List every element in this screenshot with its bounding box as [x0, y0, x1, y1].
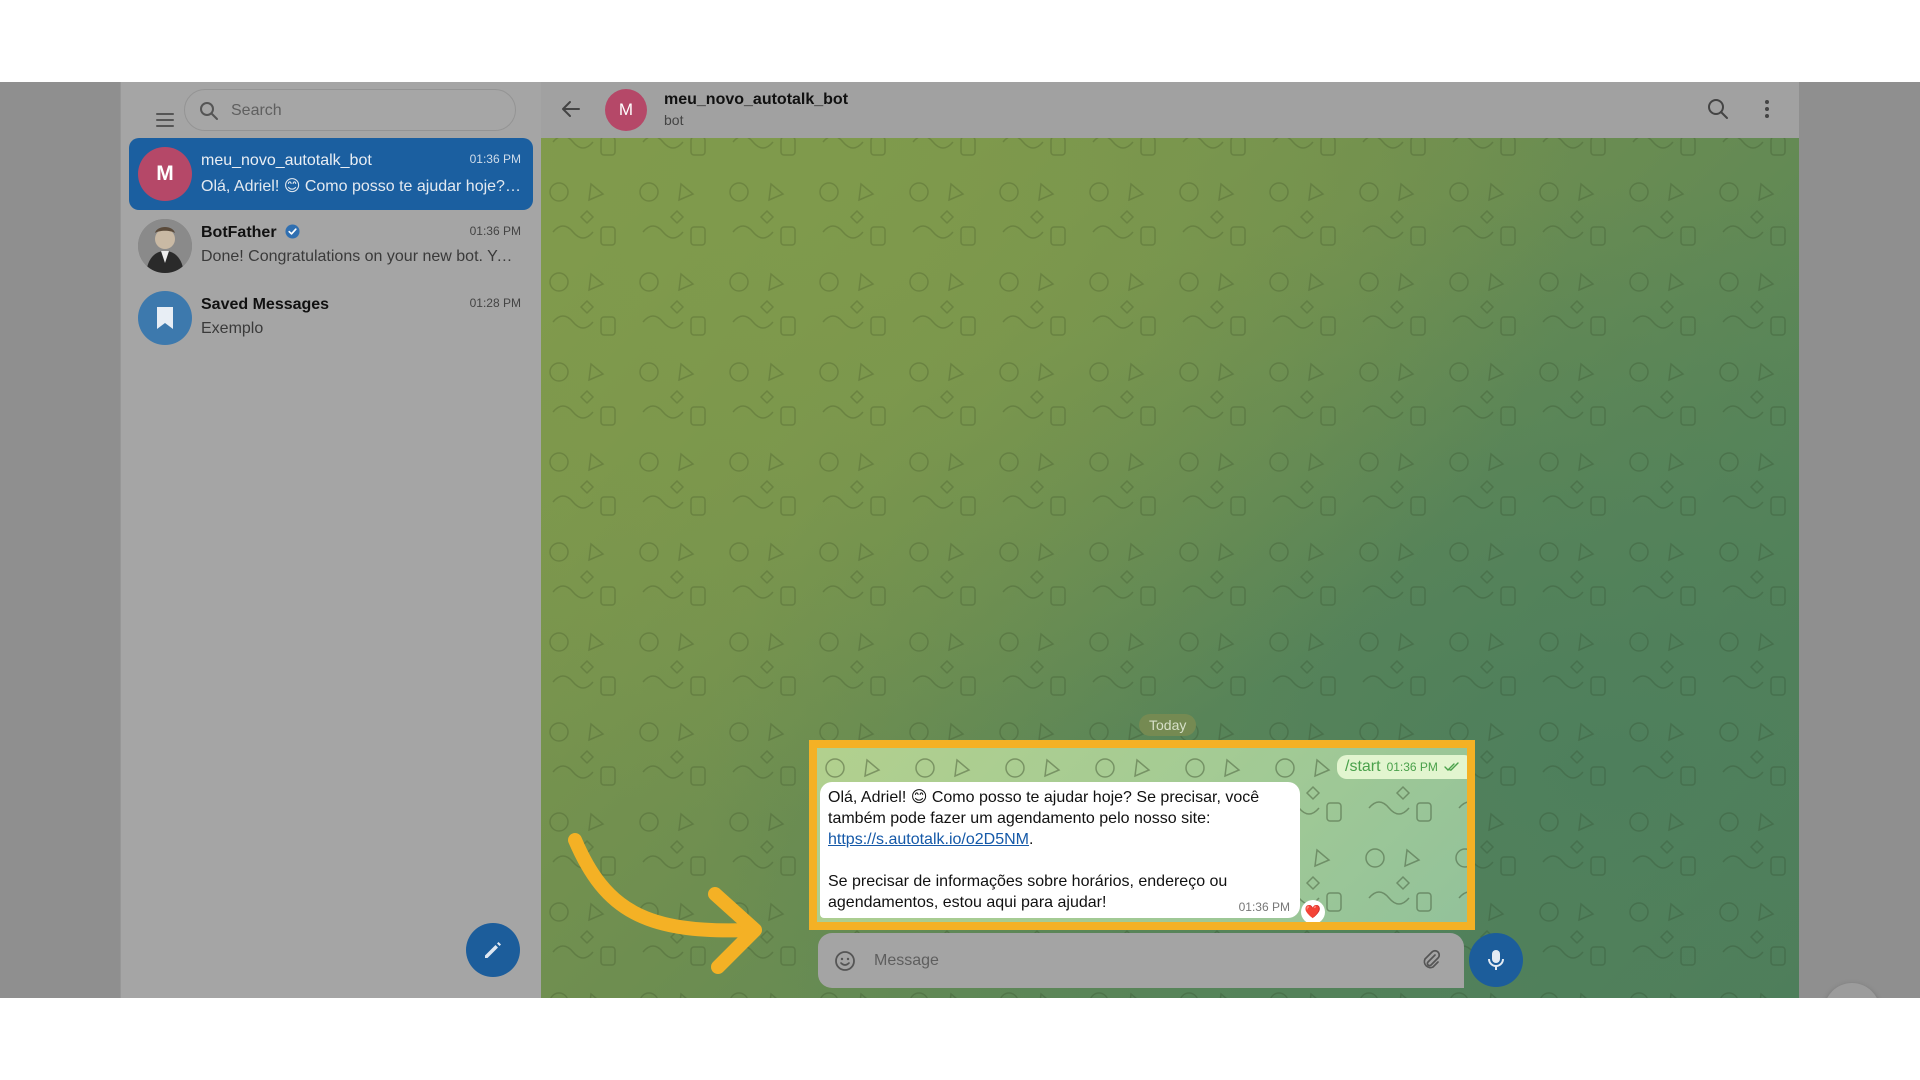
paperclip-icon[interactable]: [1420, 949, 1442, 971]
chat-name: Saved Messages: [201, 296, 330, 313]
chat-header: M meu_novo_autotalk_bot bot: [541, 82, 1799, 138]
hamburger-menu-icon[interactable]: [147, 102, 183, 138]
search-input[interactable]: [229, 90, 503, 132]
chat-name: meu_novo_autotalk_bot: [201, 152, 372, 169]
record-voice-button[interactable]: [1469, 933, 1523, 987]
message-time: 01:36 PM: [1238, 900, 1290, 914]
chat-time: 01:36 PM: [469, 152, 521, 166]
reaction-emoji: ❤️: [1304, 904, 1322, 919]
chat-item-botfather[interactable]: BotFather 01:36 PM Done! Congratulations…: [129, 210, 533, 282]
avatar: [138, 219, 192, 273]
heart-icon[interactable]: ❤️: [1301, 900, 1325, 922]
message-composer: [818, 933, 1464, 988]
message-text-paragraph-2: Se precisar de informações sobre horário…: [828, 873, 1228, 911]
outgoing-message-text: /start: [1345, 758, 1381, 775]
search-icon[interactable]: [1706, 97, 1730, 121]
more-vertical-icon[interactable]: [1755, 97, 1779, 121]
search-box[interactable]: [184, 89, 516, 132]
chat-item-meu-novo-autotalk-bot[interactable]: M meu_novo_autotalk_bot 01:36 PM Olá, Ad…: [129, 138, 533, 210]
date-separator: Today: [1139, 714, 1197, 736]
microphone-icon: [1488, 950, 1504, 970]
chat-preview: Done! Congratulations on your new bot. Y…: [201, 248, 521, 265]
double-check-icon: [1444, 762, 1459, 771]
message-text-paragraph-1: Olá, Adriel! 😊 Como posso te ajudar hoje…: [828, 787, 1292, 850]
verified-icon: [285, 224, 300, 239]
message-link[interactable]: https://s.autotalk.io/o2D5NM: [828, 831, 1029, 848]
chat-time: 01:28 PM: [469, 296, 521, 310]
chat-preview: Olá, Adriel! 😊 Como posso te ajudar hoje…: [201, 178, 521, 195]
emoji-icon[interactable]: [834, 950, 856, 972]
pencil-icon: [485, 942, 501, 958]
sidebar: M meu_novo_autotalk_bot 01:36 PM Olá, Ad…: [120, 82, 542, 998]
search-icon: [200, 102, 218, 120]
peer-avatar[interactable]: M: [605, 89, 647, 131]
message-link-suffix: .: [1028, 831, 1034, 848]
chat-preview: Exemplo: [201, 320, 264, 337]
peer-status: bot: [664, 112, 684, 128]
back-arrow-icon[interactable]: [559, 97, 583, 121]
chat-name-text: BotFather: [201, 224, 277, 241]
bookmark-icon: [157, 307, 173, 329]
chat-time: 01:36 PM: [469, 224, 521, 238]
incoming-message[interactable]: Olá, Adriel! 😊 Como posso te ajudar hoje…: [820, 782, 1300, 918]
help-widget-logo: g.: [1843, 992, 1872, 998]
message-time: 01:36 PM: [1386, 760, 1438, 774]
curved-arrow-icon: [568, 833, 762, 974]
peer-name[interactable]: meu_novo_autotalk_bot: [664, 91, 848, 109]
highlighted-messages-box: /start 01:36 PM Olá, Adriel! 😊 Como poss…: [809, 740, 1475, 930]
help-widget-button[interactable]: g. 30: [1824, 983, 1880, 998]
avatar: [138, 291, 192, 345]
chat-item-saved-messages[interactable]: Saved Messages 01:28 PM Exemplo: [129, 282, 533, 354]
message-input[interactable]: [872, 943, 1396, 979]
outgoing-message[interactable]: /start 01:36 PM: [1337, 755, 1467, 779]
chat-name: BotFather: [201, 224, 300, 242]
botfather-avatar-image: [138, 219, 192, 273]
message-text: Olá, Adriel! 😊 Como posso te ajudar hoje…: [828, 789, 1260, 827]
avatar: M: [138, 147, 192, 201]
new-message-button[interactable]: [466, 923, 520, 977]
telegram-web-app: M meu_novo_autotalk_bot 01:36 PM Olá, Ad…: [0, 82, 1920, 998]
chat-list: M meu_novo_autotalk_bot 01:36 PM Olá, Ad…: [129, 138, 533, 354]
